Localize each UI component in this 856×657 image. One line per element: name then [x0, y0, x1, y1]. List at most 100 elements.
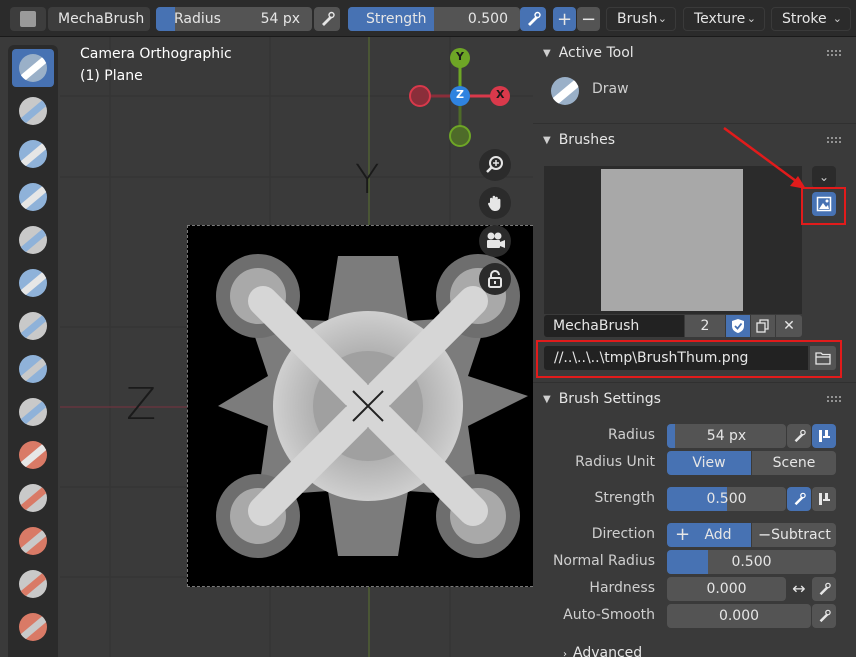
- pen-pressure-icon: [794, 492, 806, 506]
- minus-icon: −: [758, 525, 772, 544]
- brush-name-input[interactable]: MechaBrush: [544, 315, 684, 337]
- scrape-brush-icon: [19, 570, 47, 598]
- tool-inflate-button[interactable]: [12, 307, 54, 345]
- hardness-label: Hardness: [589, 580, 655, 596]
- tool-layer-button[interactable]: [12, 264, 54, 302]
- fill-brush-icon: [19, 527, 47, 555]
- radius-field[interactable]: 54 px: [667, 424, 786, 448]
- drag-grip-icon[interactable]: [826, 49, 842, 57]
- direction-subtract-option[interactable]: − Subtract: [752, 523, 836, 547]
- auto-smooth-value: 0.000: [718, 608, 760, 624]
- brush-settings-title: Brush Settings: [558, 391, 661, 407]
- tool-smooth-button[interactable]: [12, 436, 54, 474]
- duplicate-brush-button[interactable]: [751, 315, 775, 337]
- strength-pressure-button[interactable]: [520, 7, 546, 31]
- direction-add-button[interactable]: +: [553, 7, 576, 31]
- radius-unit-scene[interactable]: Scene: [752, 451, 836, 475]
- tool-crease-button[interactable]: [12, 393, 54, 431]
- tool-fill-button[interactable]: [12, 522, 54, 560]
- drag-grip-icon[interactable]: [826, 395, 842, 403]
- texture-menu-label: Texture: [694, 11, 746, 27]
- brushes-panel-body: ⌄ MechaBrush 2 ✕ //..\..\..\tmp\BrushThu…: [533, 156, 856, 382]
- lock-camera-button[interactable]: [479, 263, 511, 295]
- tool-scrape-button[interactable]: [12, 565, 54, 603]
- active-tool-panel-header[interactable]: ▼ Active Tool: [533, 37, 856, 69]
- stroke-menu[interactable]: Stroke ⌄: [771, 7, 851, 31]
- tool-draw-sharp-button[interactable]: [12, 92, 54, 130]
- brush-settings-panel-header[interactable]: ▼ Brush Settings: [533, 383, 856, 415]
- chevron-down-icon: ⌄: [832, 12, 842, 25]
- auto-smooth-pressure-toggle[interactable]: [812, 604, 836, 628]
- brush-name-field[interactable]: MechaBrush: [48, 7, 150, 31]
- pan-button[interactable]: [479, 187, 511, 219]
- header-strength-slider[interactable]: Strength 0.500: [348, 7, 520, 31]
- axis-z-label: Z: [126, 379, 157, 430]
- strength-row-label: Strength: [594, 490, 655, 506]
- inflate-brush-icon: [19, 312, 47, 340]
- gizmo-neg-y-handle: [449, 125, 471, 147]
- strength-field[interactable]: 0.500: [667, 487, 786, 511]
- normal-radius-field[interactable]: 0.500: [667, 550, 836, 574]
- fake-user-button[interactable]: [726, 315, 750, 337]
- chevron-down-icon: ⌄: [818, 170, 830, 184]
- tool-draw-button[interactable]: [12, 49, 54, 87]
- tool-clay-button[interactable]: [12, 135, 54, 173]
- brush-menu[interactable]: Brush ⌄: [606, 7, 676, 31]
- strength-pressure-toggle[interactable]: [787, 487, 811, 511]
- active-tool-panel-body: Draw: [533, 69, 856, 123]
- direction-add-label: Add: [704, 527, 732, 543]
- tool-clay-strips-button[interactable]: [12, 178, 54, 216]
- auto-smooth-label: Auto-Smooth: [563, 607, 655, 623]
- strength-field-value: 0.500: [706, 491, 747, 507]
- draw-brush-icon: [551, 77, 579, 105]
- auto-smooth-field[interactable]: 0.000: [667, 604, 811, 628]
- hand-icon: [487, 195, 501, 211]
- brush-thumbnail: [601, 169, 743, 311]
- clay-thumb-brush-icon: [19, 226, 47, 254]
- texture-menu[interactable]: Texture ⌄: [683, 7, 765, 31]
- swatch-icon: [20, 11, 36, 27]
- tool-flatten-button[interactable]: [12, 479, 54, 517]
- blob-brush-icon: [19, 355, 47, 383]
- gizmo-neg-x-handle: [409, 85, 431, 107]
- active-object-label: (1) Plane: [80, 68, 143, 84]
- radius-pressure-button[interactable]: [314, 7, 340, 31]
- zoom-button[interactable]: [479, 149, 511, 181]
- radius-pressure-toggle[interactable]: [787, 424, 811, 448]
- camera-view-button[interactable]: [479, 225, 511, 257]
- layer-brush-icon: [19, 269, 47, 297]
- brush-preview-area[interactable]: [544, 166, 802, 314]
- gizmo-y-letter: Y: [456, 50, 464, 63]
- 3d-viewport[interactable]: Y Z Camera Orthographic (1) Plane Y Z X: [0, 37, 533, 657]
- header-radius-slider[interactable]: Radius 54 px: [156, 7, 312, 31]
- unlink-brush-button[interactable]: ✕: [776, 315, 802, 337]
- brush-menu-label: Brush: [617, 11, 658, 27]
- highlight-box: [536, 340, 842, 378]
- drag-grip-icon[interactable]: [826, 136, 842, 144]
- chevron-down-icon: ▼: [543, 47, 551, 59]
- brush-list-dropdown[interactable]: ⌄: [812, 166, 836, 188]
- hardness-field[interactable]: 0.000: [667, 577, 786, 601]
- hardness-pressure-toggle[interactable]: [812, 577, 836, 601]
- advanced-subpanel-header[interactable]: › Advanced: [563, 645, 642, 657]
- tool-multiplane-scrape-button[interactable]: [12, 608, 54, 646]
- advanced-label: Advanced: [573, 645, 643, 657]
- brushes-panel-header[interactable]: ▼ Brushes: [533, 124, 856, 156]
- invert-icon[interactable]: ↔: [788, 578, 810, 600]
- direction-add-option[interactable]: + Add: [667, 523, 751, 547]
- crease-brush-icon: [19, 398, 47, 426]
- gizmo-x-letter: X: [496, 88, 505, 101]
- direction-subtract-button[interactable]: −: [577, 7, 600, 31]
- brush-users-count[interactable]: 2: [685, 315, 725, 337]
- tool-blob-button[interactable]: [12, 350, 54, 388]
- brush-color-swatch[interactable]: [10, 7, 46, 31]
- tool-clay-thumb-button[interactable]: [12, 221, 54, 259]
- tool-settings-icon: [819, 430, 830, 442]
- unlock-icon: [488, 270, 502, 288]
- chevron-down-icon: ⌄: [657, 12, 667, 25]
- radius-curve-toggle[interactable]: [812, 424, 836, 448]
- radius-unit-view[interactable]: View: [667, 451, 751, 475]
- strength-curve-toggle[interactable]: [812, 487, 836, 511]
- highlight-box: [801, 187, 846, 225]
- normal-radius-label: Normal Radius: [552, 553, 655, 569]
